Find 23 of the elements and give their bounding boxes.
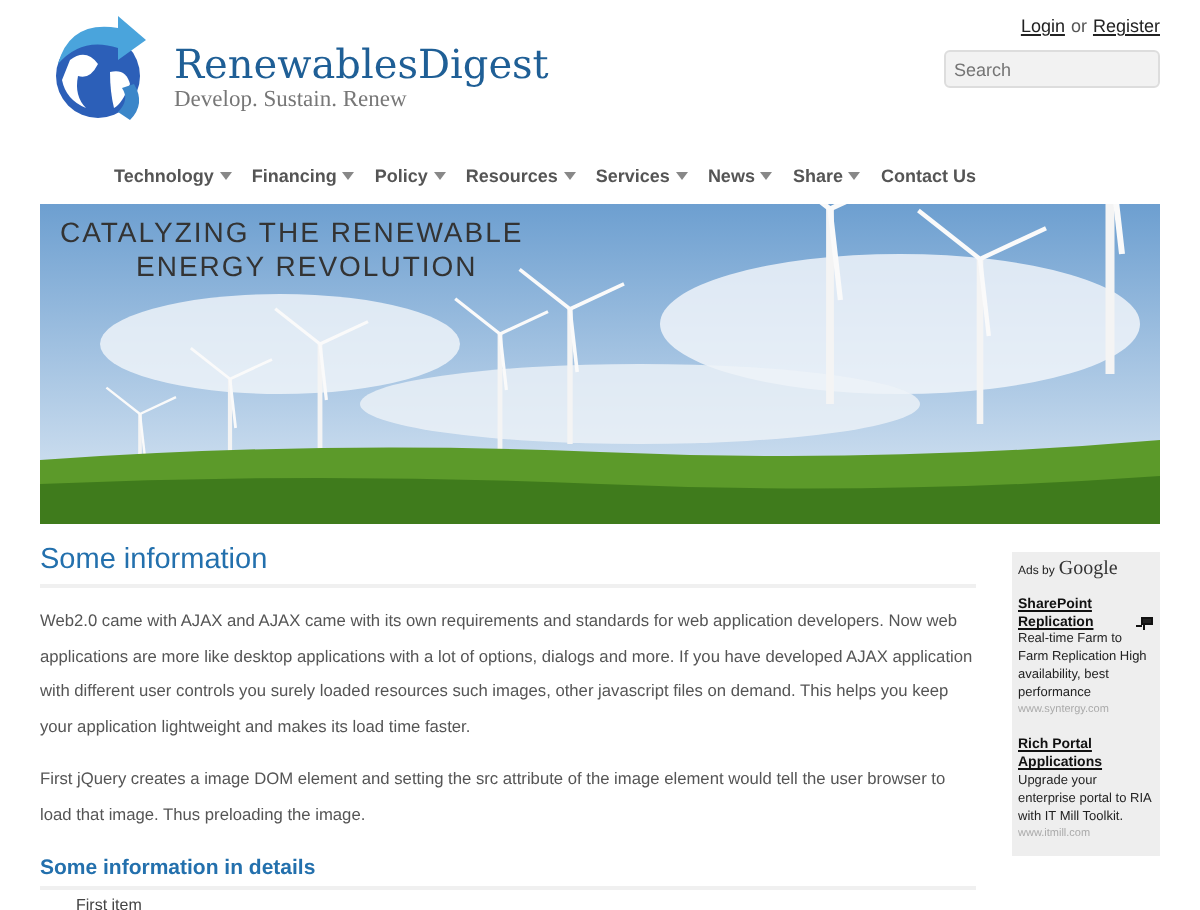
nav-item[interactable]: Financing	[251, 165, 355, 185]
separator-text: or	[1070, 16, 1087, 36]
search-field[interactable]: Search	[944, 50, 1160, 88]
flag-icon	[1136, 616, 1154, 630]
nav-item[interactable]: Policy	[374, 165, 446, 185]
nav-item[interactable]: Contact Us	[880, 165, 976, 185]
body-paragraph: Web2.0 came with AJAX and AJAX came with its own requirements and standards for web application developers. Now web applications are more like desktop applications with a lot of options, dialogs and more. If you have developed AJAX application with different user controls you surely loaded resources such images, other javascript files on demand. This helps you keep your application lightweight and makes its load time faster.	[40, 608, 975, 740]
site-title[interactable]: RenewablesDigest	[174, 40, 549, 88]
body-paragraph: First jQuery creates a image DOM element and setting the src attribute of the image element would tell the user browser to load that image. Thus preloading the image.	[40, 766, 948, 828]
nav-item[interactable]: Share	[792, 165, 861, 185]
nav-item[interactable]: Services	[595, 165, 688, 185]
subsection-heading: Some information in details	[40, 856, 976, 890]
ads-brand: Google	[1058, 558, 1118, 580]
section-heading: Some information	[40, 544, 976, 588]
banner-headline: CATALYZING THE RENEWABLE	[60, 216, 524, 250]
register-link[interactable]: Register	[1092, 16, 1160, 36]
nav-item[interactable]: Technology	[114, 165, 232, 185]
list-item: First item	[76, 896, 144, 910]
login-link[interactable]: Login	[1020, 16, 1065, 36]
banner-headline: ENERGY REVOLUTION	[134, 250, 480, 284]
nav-item[interactable]: News	[707, 165, 773, 185]
tagline: Develop. Sustain. Renew	[174, 88, 409, 112]
nav-item[interactable]: Resources	[465, 165, 576, 185]
